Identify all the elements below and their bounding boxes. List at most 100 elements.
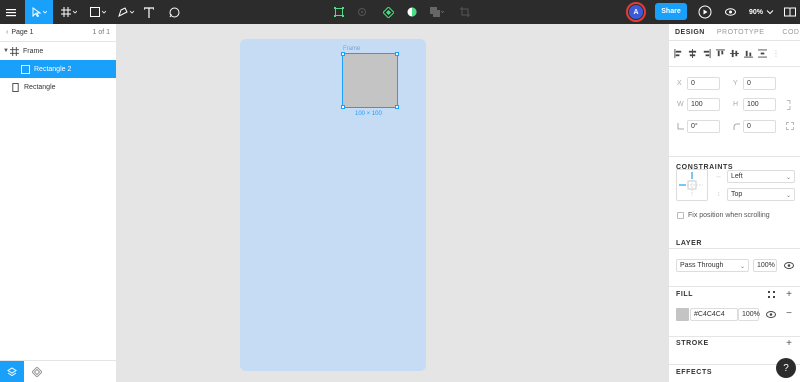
top-toolbar: A Share 90% bbox=[0, 0, 800, 24]
align-center-h-icon[interactable] bbox=[688, 49, 697, 58]
play-icon[interactable] bbox=[696, 0, 714, 24]
layer-label: Rectangle bbox=[24, 83, 56, 91]
constrain-proportions-icon[interactable] bbox=[786, 100, 791, 110]
align-left-icon[interactable] bbox=[674, 49, 683, 58]
comment-tool-icon[interactable] bbox=[166, 0, 182, 24]
layer-label: Rectangle 2 bbox=[34, 65, 72, 73]
properties-panel: DESIGN PROTOTYPE CODE ⋮ X 0 Y 0 W 100 H … bbox=[668, 24, 800, 382]
layer-row-rectangle[interactable]: Rectangle bbox=[0, 78, 116, 96]
layer-row-rectangle-2[interactable]: Rectangle 2 bbox=[0, 60, 116, 78]
assets-tab-icon[interactable] bbox=[30, 361, 44, 382]
move-tool-icon[interactable] bbox=[25, 0, 53, 24]
instance-icon[interactable] bbox=[381, 0, 395, 24]
layer-section: LAYER Pass Through ⌄ 100% bbox=[669, 231, 800, 287]
add-stroke-icon[interactable]: + bbox=[784, 338, 794, 349]
avatar[interactable]: A bbox=[626, 2, 646, 22]
zoom-dropdown[interactable]: 90% bbox=[749, 0, 774, 24]
y-label: Y bbox=[733, 80, 738, 87]
width-input[interactable]: 100 bbox=[687, 98, 720, 111]
layers-tab-icon[interactable] bbox=[0, 361, 24, 382]
independent-corners-icon[interactable] bbox=[786, 122, 794, 130]
view-eye-icon[interactable] bbox=[722, 0, 738, 24]
align-top-icon[interactable] bbox=[716, 49, 725, 58]
fill-title: FILL bbox=[676, 291, 694, 298]
align-middle-icon[interactable] bbox=[730, 49, 739, 58]
align-right-icon[interactable] bbox=[702, 49, 711, 58]
x-input[interactable]: 0 bbox=[687, 77, 720, 90]
help-button[interactable]: ? bbox=[776, 358, 796, 378]
frame-element[interactable] bbox=[240, 39, 426, 371]
distribute-icon[interactable] bbox=[758, 49, 767, 58]
stroke-title: STROKE bbox=[676, 340, 709, 347]
layer-row-frame[interactable]: ▼ Frame bbox=[0, 42, 116, 60]
fill-hex-input[interactable]: #C4C4C4 bbox=[690, 308, 738, 321]
tab-design[interactable]: DESIGN bbox=[669, 24, 711, 41]
contrast-icon[interactable] bbox=[405, 0, 419, 24]
h-label: H bbox=[733, 101, 739, 108]
vertical-constraint-icon: ↕ bbox=[717, 191, 721, 198]
resize-handle-bottom-left[interactable] bbox=[341, 105, 345, 109]
fill-color-swatch[interactable] bbox=[676, 308, 689, 321]
fill-section: FILL + #C4C4C4 100% − bbox=[669, 287, 800, 337]
frame-icon bbox=[10, 46, 19, 56]
blend-mode-value: Pass Through bbox=[680, 262, 724, 269]
chevron-down-icon: ⌄ bbox=[739, 264, 745, 270]
shape-tool-icon[interactable] bbox=[85, 0, 111, 24]
height-input[interactable]: 100 bbox=[743, 98, 776, 111]
page-name: Page 1 bbox=[11, 29, 34, 36]
share-button[interactable]: Share bbox=[655, 3, 687, 20]
tab-prototype[interactable]: PROTOTYPE bbox=[711, 24, 771, 41]
fill-visibility-eye-icon[interactable] bbox=[766, 311, 776, 318]
rotation-icon bbox=[677, 123, 684, 130]
menu-icon[interactable] bbox=[0, 0, 22, 24]
tab-code[interactable]: CODE bbox=[776, 24, 800, 41]
library-book-icon[interactable] bbox=[782, 0, 798, 24]
frame-label[interactable]: Frame bbox=[343, 46, 360, 52]
horizontal-constraint-dropdown[interactable]: Left ⌄ bbox=[727, 170, 795, 183]
remove-fill-icon[interactable]: − bbox=[784, 308, 794, 319]
panel-tabs: DESIGN PROTOTYPE CODE bbox=[669, 24, 800, 41]
fill-opacity-input[interactable]: 100% bbox=[738, 308, 760, 321]
y-input[interactable]: 0 bbox=[743, 77, 776, 90]
chevron-down-icon bbox=[766, 10, 774, 15]
plugin-icon[interactable] bbox=[355, 0, 369, 24]
chevron-down-icon: ⌄ bbox=[785, 193, 791, 199]
frame-tool-icon[interactable] bbox=[56, 0, 82, 24]
layers-panel: ‹ Page 1 1 of 1 ▼ Frame Rectangle 2 Rect… bbox=[0, 24, 117, 382]
vertical-constraint-dropdown[interactable]: Top ⌄ bbox=[727, 188, 795, 201]
zoom-label: 90% bbox=[749, 8, 764, 16]
horizontal-constraint-value: Left bbox=[731, 173, 743, 180]
text-tool-icon[interactable] bbox=[141, 0, 157, 24]
chevron-left-icon: ‹ bbox=[6, 29, 9, 36]
more-options-icon[interactable]: ⋮ bbox=[772, 49, 780, 58]
resize-handle-bottom-right[interactable] bbox=[395, 105, 399, 109]
page-selector[interactable]: ‹ Page 1 1 of 1 bbox=[0, 24, 116, 42]
styles-grid-icon[interactable] bbox=[768, 291, 775, 298]
component-icon[interactable] bbox=[332, 0, 346, 24]
x-label: X bbox=[677, 80, 682, 87]
layer-label: Frame bbox=[23, 47, 44, 55]
chevron-down-icon: ⌄ bbox=[785, 175, 791, 181]
rectangle-icon bbox=[21, 64, 30, 74]
canvas[interactable]: Frame 100 × 100 bbox=[117, 24, 668, 382]
crop-icon[interactable] bbox=[459, 0, 471, 24]
w-label: W bbox=[677, 101, 684, 108]
left-panel-footer bbox=[0, 360, 117, 382]
horizontal-constraint-icon: ↔ bbox=[715, 173, 722, 180]
resize-handle-top-left[interactable] bbox=[341, 52, 345, 56]
rectangle-icon bbox=[12, 82, 19, 92]
layer-opacity-input[interactable]: 100% bbox=[753, 259, 777, 272]
add-fill-icon[interactable]: + bbox=[784, 289, 794, 300]
vertical-constraint-value: Top bbox=[731, 191, 743, 198]
resize-handle-top-right[interactable] bbox=[395, 52, 399, 56]
corner-radius-input[interactable]: 0 bbox=[743, 120, 776, 133]
rotation-input[interactable]: 0° bbox=[687, 120, 720, 133]
align-bottom-icon[interactable] bbox=[744, 49, 753, 58]
fix-position-checkbox[interactable] bbox=[677, 212, 684, 219]
layer-visibility-eye-icon[interactable] bbox=[784, 262, 794, 269]
constraint-widget[interactable] bbox=[676, 169, 708, 201]
rectangle-2-element[interactable] bbox=[342, 53, 398, 108]
boolean-icon[interactable] bbox=[429, 0, 445, 24]
pen-tool-icon[interactable] bbox=[113, 0, 139, 24]
blend-mode-dropdown[interactable]: Pass Through ⌄ bbox=[676, 259, 749, 272]
